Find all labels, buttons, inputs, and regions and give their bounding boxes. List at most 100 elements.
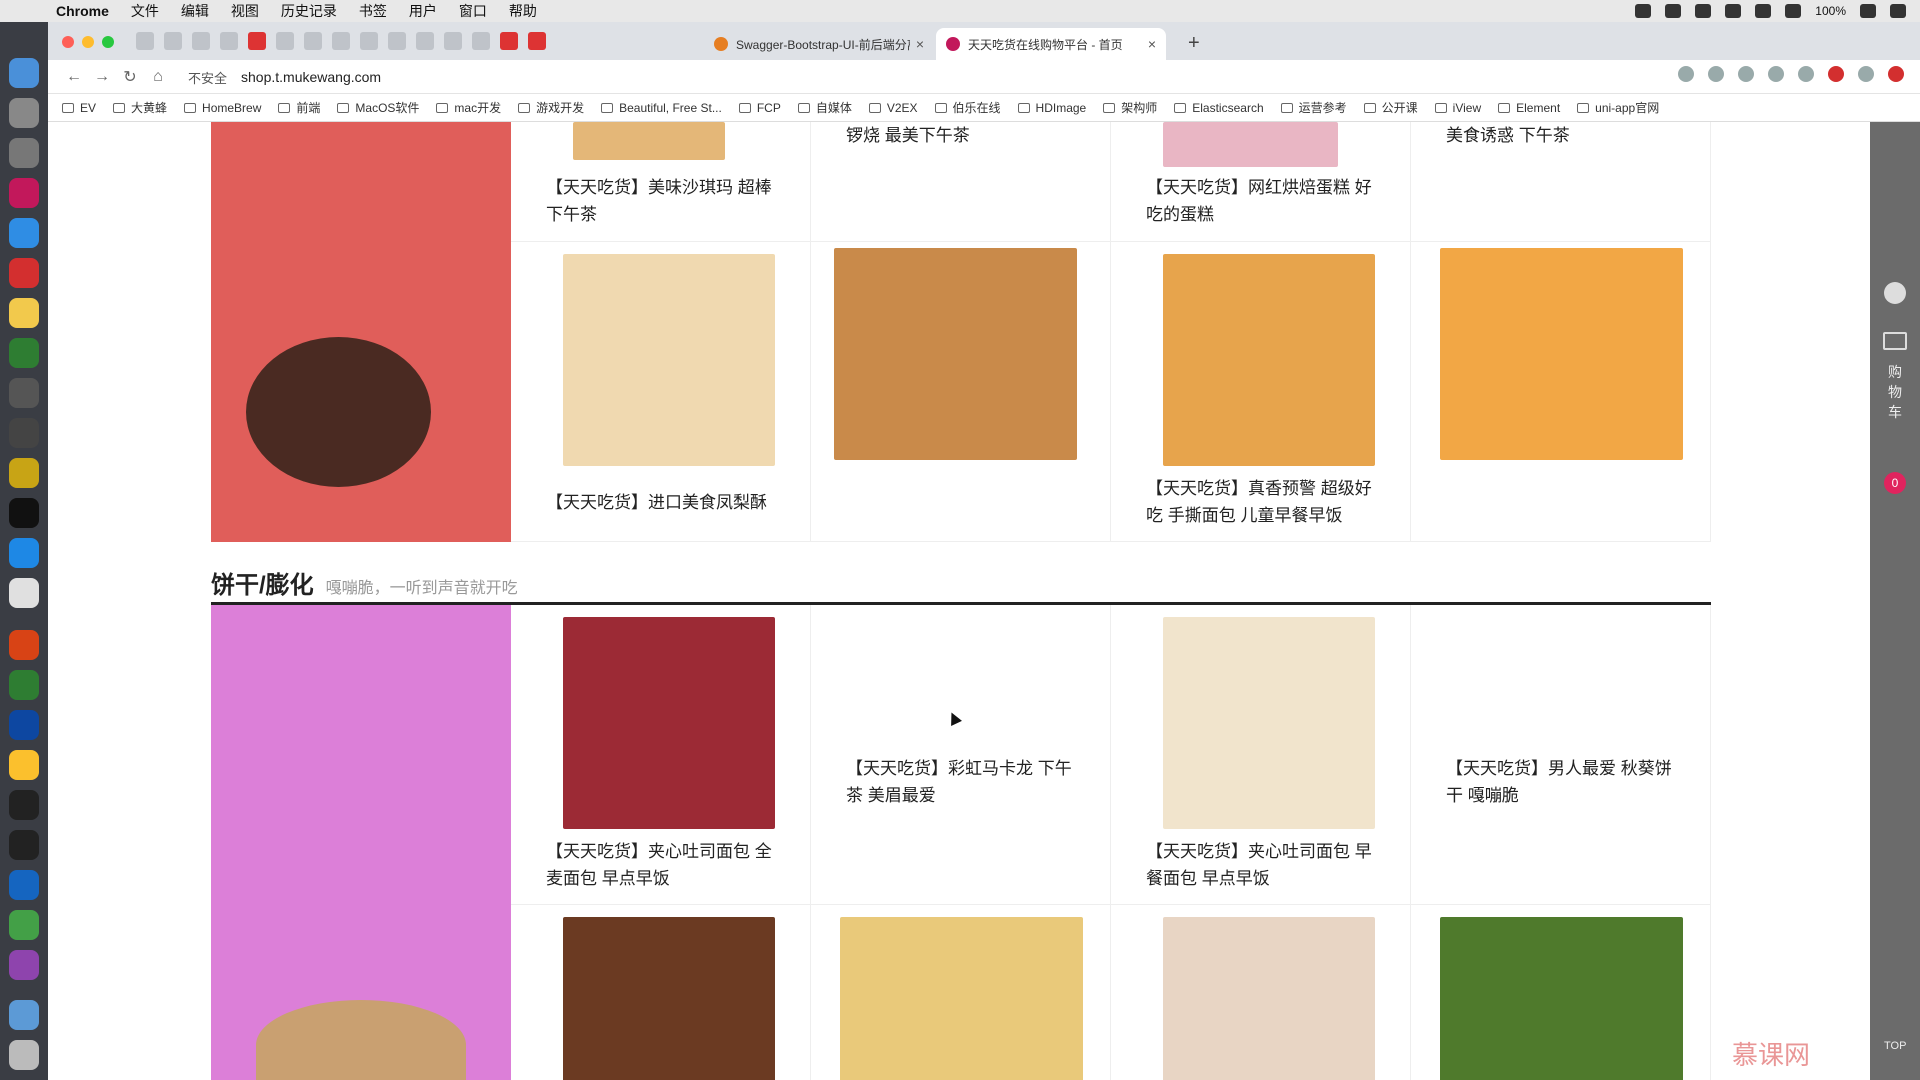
product-card[interactable]: 【天天吃货】真香预警 超级好吃 手撕面包 儿童早餐早饭 <box>1111 242 1411 542</box>
close-tab-icon[interactable]: × <box>1148 36 1156 52</box>
wifi-icon[interactable] <box>1755 4 1772 18</box>
word-icon[interactable] <box>9 870 39 900</box>
bookmark-folder[interactable]: 架构师 <box>1103 99 1157 116</box>
product-card[interactable]: 【天天吃货】美味沙琪玛 超棒下午茶 <box>511 122 811 242</box>
product-card[interactable]: 美食诱惑 下午茶 <box>1411 122 1711 242</box>
pinned-tab[interactable] <box>136 32 154 50</box>
finder-icon[interactable] <box>9 58 39 88</box>
bookmark-item[interactable]: Beautiful, Free St... <box>601 101 722 115</box>
user-icon[interactable] <box>1884 282 1906 304</box>
product-image[interactable] <box>1440 917 1683 1080</box>
launchpad-icon[interactable] <box>9 98 39 128</box>
menu-history[interactable]: 历史记录 <box>281 1 337 21</box>
product-image[interactable] <box>563 617 775 829</box>
pinned-tab[interactable] <box>332 32 350 50</box>
product-image[interactable] <box>840 917 1083 1080</box>
home-icon[interactable]: ⌂ <box>144 68 172 86</box>
pinned-tab[interactable] <box>248 32 266 50</box>
extension-icon[interactable] <box>1798 66 1814 82</box>
pinned-tab[interactable] <box>500 32 518 50</box>
product-image[interactable] <box>1163 617 1375 829</box>
close-tab-icon[interactable]: × <box>916 36 924 52</box>
bookmark-item[interactable]: 运营参考 <box>1280 99 1347 116</box>
menu-file[interactable]: 文件 <box>131 1 159 21</box>
product-title[interactable]: 【天天吃货】进口美食凤梨酥 <box>546 489 786 516</box>
close-window-button[interactable] <box>62 36 74 48</box>
terminal-icon[interactable] <box>9 498 39 528</box>
product-card[interactable] <box>811 905 1111 1080</box>
url-text[interactable]: shop.t.mukewang.com <box>241 69 381 85</box>
zoom-icon[interactable] <box>1678 66 1694 82</box>
bookmark-folder[interactable]: MacOS软件 <box>337 99 419 116</box>
bookmark-folder[interactable]: FCP <box>738 101 781 115</box>
battery-icon[interactable] <box>1860 4 1876 18</box>
product-image[interactable] <box>1163 254 1375 466</box>
bookmark-item[interactable]: iView <box>1434 101 1481 115</box>
cart-icon[interactable] <box>1883 332 1907 350</box>
pinned-tab[interactable] <box>388 32 406 50</box>
bookmark-item[interactable]: 大黄蜂 <box>113 99 167 116</box>
quicktime-icon[interactable] <box>9 710 39 740</box>
product-title[interactable]: 【天天吃货】夹心吐司面包 全麦面包 早点早饭 <box>546 838 786 892</box>
trash-icon[interactable] <box>9 1040 39 1070</box>
bookmark-folder[interactable]: HDImage <box>1017 101 1086 115</box>
control-center-icon[interactable] <box>1890 4 1906 18</box>
notes-icon[interactable] <box>9 298 39 328</box>
bookmark-folder[interactable]: 前端 <box>278 99 320 116</box>
vue-devtools-icon[interactable] <box>1768 66 1784 82</box>
security-indicator[interactable]: 不安全 <box>188 68 227 87</box>
vscode-icon[interactable] <box>9 538 39 568</box>
zoom-window-button[interactable] <box>102 36 114 48</box>
profile-avatar-icon[interactable] <box>1858 66 1874 82</box>
product-image[interactable] <box>834 248 1077 460</box>
cart-label[interactable]: 购物车 <box>1886 362 1904 422</box>
product-title[interactable]: 【天天吃货】彩虹马卡龙 下午茶 美眉最爱 <box>846 755 1086 809</box>
pinned-tab[interactable] <box>472 32 490 50</box>
menu-window[interactable]: 窗口 <box>459 1 487 21</box>
product-card[interactable]: 【天天吃货】进口美食凤梨酥 <box>511 242 811 542</box>
calendar-icon[interactable] <box>1695 4 1712 18</box>
minimize-window-button[interactable] <box>82 36 94 48</box>
back-to-top-button[interactable]: TOP <box>1884 1040 1906 1052</box>
bookmark-folder[interactable]: mac开发 <box>436 99 501 116</box>
category-banner-cake[interactable] <box>211 122 511 542</box>
product-card[interactable]: 【天天吃货】网红烘焙蛋糕 好吃的蛋糕 <box>1111 122 1411 242</box>
pinned-tab[interactable] <box>416 32 434 50</box>
video-app-icon[interactable] <box>9 378 39 408</box>
system-preferences-icon[interactable] <box>9 138 39 168</box>
menu-app-name[interactable]: Chrome <box>56 3 109 19</box>
tab-swagger[interactable]: Swagger-Bootstrap-UI-前后端分离 × <box>704 28 934 60</box>
product-title[interactable]: 【天天吃货】夹心吐司面包 早餐面包 早点早饭 <box>1146 838 1386 892</box>
product-card[interactable]: 【天天吃货】夹心吐司面包 早餐面包 早点早饭 <box>1111 605 1411 905</box>
downloads-folder-icon[interactable] <box>9 1000 39 1030</box>
bookmark-folder[interactable]: Elasticsearch <box>1174 101 1264 115</box>
menu-help[interactable]: 帮助 <box>509 1 537 21</box>
bookmark-folder[interactable]: 游戏开发 <box>518 99 584 116</box>
bookmark-folder[interactable]: 公开课 <box>1363 99 1418 116</box>
keynote-icon[interactable] <box>9 750 39 780</box>
product-image[interactable] <box>1440 248 1683 460</box>
tab-shop-home[interactable]: 天天吃货在线购物平台 - 首页 × <box>936 28 1166 60</box>
adblock-icon[interactable] <box>1828 66 1844 82</box>
product-card[interactable]: 【天天吃货】彩虹马卡龙 下午茶 美眉最爱 <box>811 605 1111 905</box>
pinned-tab[interactable] <box>528 32 546 50</box>
pinned-tab[interactable] <box>192 32 210 50</box>
menu-people[interactable]: 用户 <box>409 1 437 21</box>
evernote-icon[interactable] <box>9 338 39 368</box>
preview-icon[interactable] <box>9 418 39 448</box>
menu-edit[interactable]: 编辑 <box>181 1 209 21</box>
qq-icon[interactable] <box>1665 4 1682 18</box>
pinned-tab[interactable] <box>164 32 182 50</box>
app-store-icon[interactable] <box>9 218 39 248</box>
bookmark-item[interactable]: HomeBrew <box>184 101 261 115</box>
product-card[interactable]: 【天天吃货】夹心吐司面包 全麦面包 早点早饭 <box>511 605 811 905</box>
bookmark-item[interactable]: EV <box>62 101 96 115</box>
pinned-tab[interactable] <box>360 32 378 50</box>
qq-app-icon[interactable] <box>9 790 39 820</box>
product-card[interactable] <box>1411 242 1711 542</box>
product-title[interactable]: 【天天吃货】男人最爱 秋葵饼干 嘎嘣脆 <box>1446 755 1686 809</box>
bookmark-item[interactable]: Element <box>1498 101 1560 115</box>
bookmark-item[interactable]: 伯乐在线 <box>934 99 1001 116</box>
menu-bookmarks[interactable]: 书签 <box>359 1 387 21</box>
product-image[interactable] <box>573 122 725 160</box>
